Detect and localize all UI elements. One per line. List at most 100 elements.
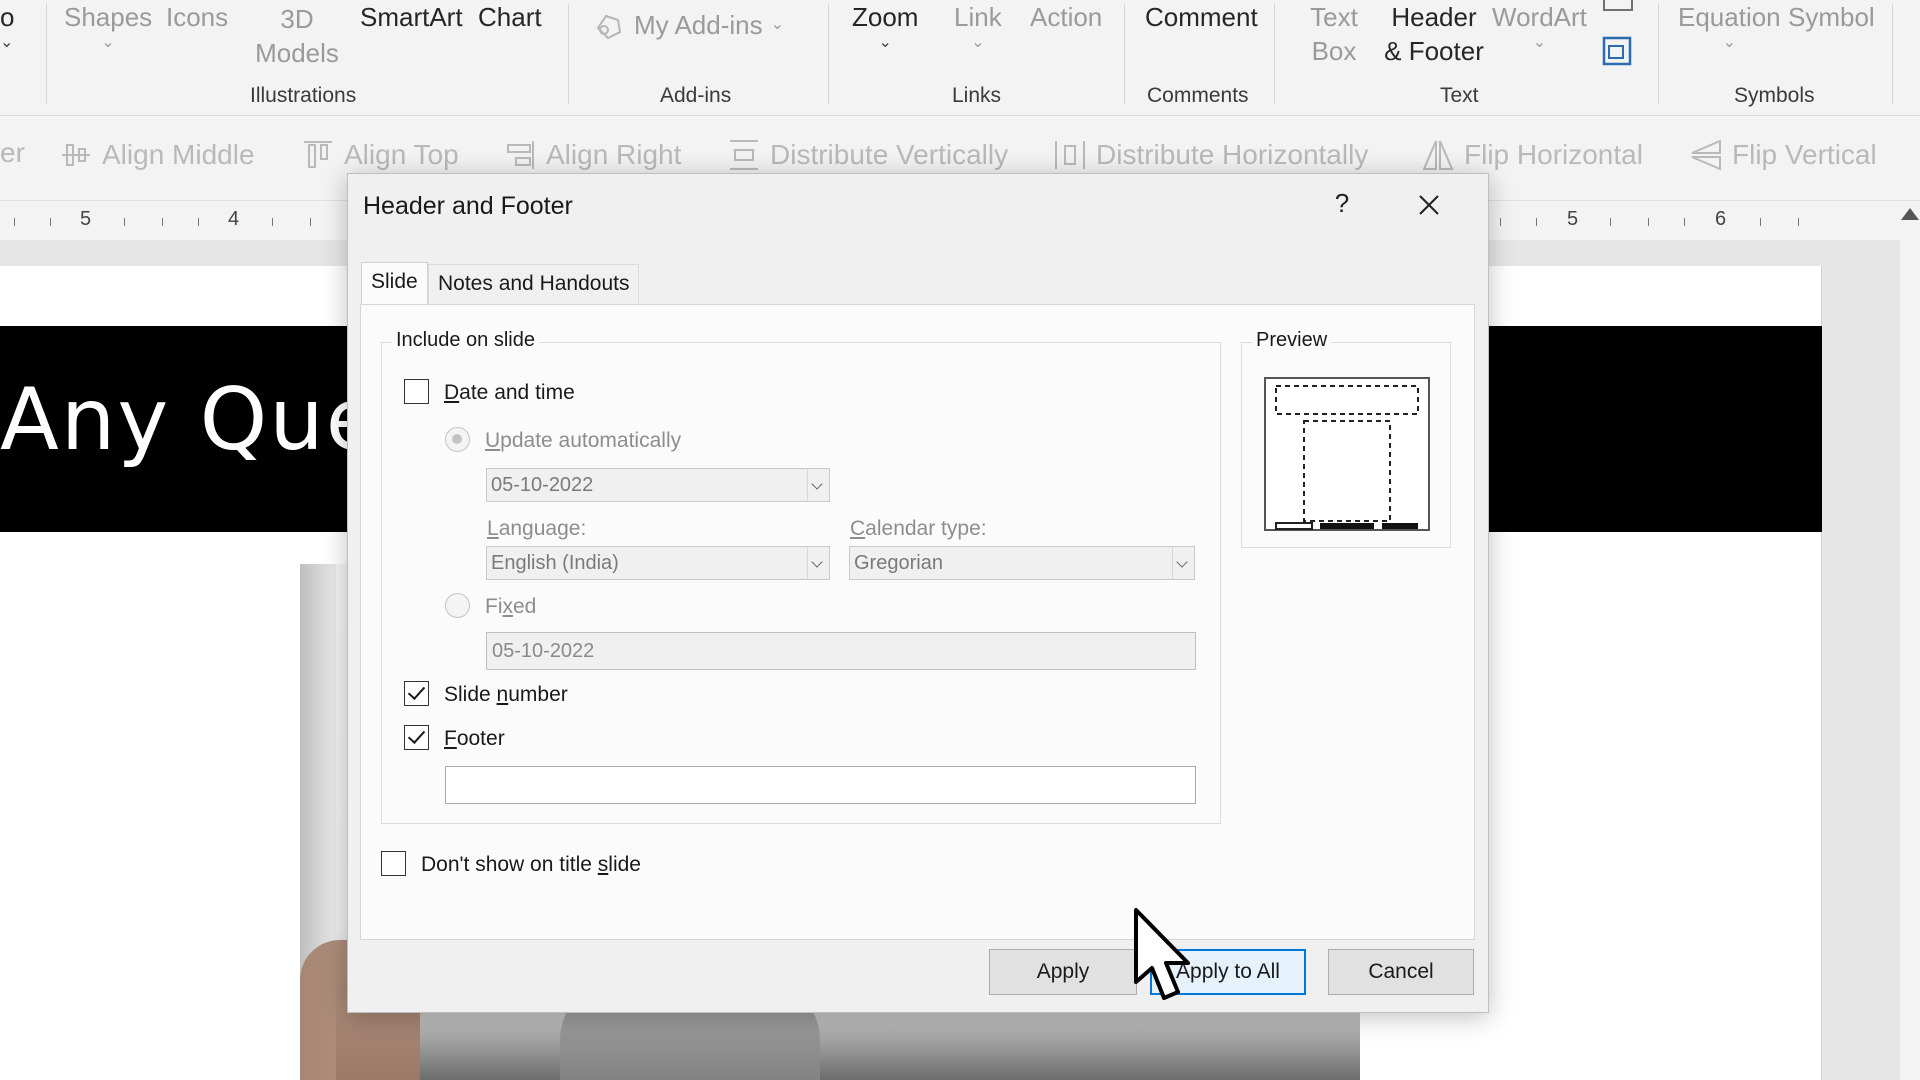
object-small-icon[interactable] (1600, 34, 1634, 73)
equation-button[interactable]: Equation ⌄ (1678, 0, 1781, 52)
align-right-label: Align Right (546, 139, 682, 170)
align-right-icon (507, 141, 534, 169)
distribute-horizontally-button[interactable]: Distribute Horizontally (1052, 137, 1368, 173)
partial-arrange-label: er (0, 137, 25, 168)
tab-notes-and-handouts[interactable]: Notes and Handouts (428, 264, 640, 304)
slide-preview-thumbnail (1264, 377, 1430, 531)
symbol-button[interactable]: Symbol (1788, 0, 1875, 34)
help-button[interactable]: ? (1327, 188, 1357, 219)
vertical-scrollbar[interactable] (1900, 202, 1920, 1080)
slide-number-checkbox[interactable] (404, 681, 429, 706)
auto-date-select[interactable]: 05-10-2022 (486, 468, 830, 502)
fixed-radio[interactable] (445, 593, 470, 618)
distribute-vertically-label: Distribute Vertically (770, 139, 1009, 170)
ribbon-partial-label: o (0, 2, 15, 32)
text-box-button[interactable]: Text Box (1296, 0, 1372, 68)
preview-legend: Preview (1252, 329, 1332, 352)
fixed-label[interactable]: Fixed (485, 595, 536, 619)
flip-vertical-label: Flip Vertical (1732, 139, 1877, 170)
chevron-down-icon (807, 547, 829, 579)
ruler-tick (14, 218, 15, 226)
align-middle-icon (62, 144, 90, 166)
group-label-addins: Add-ins (660, 84, 732, 107)
action-label: Action (1030, 2, 1103, 32)
flip-horizontal-label: Flip Horizontal (1464, 139, 1643, 170)
date-and-time-label[interactable]: Date and time (444, 381, 575, 405)
align-middle-button[interactable]: Align Middle (58, 137, 255, 173)
smartart-button[interactable]: SmartArt (360, 0, 463, 34)
footer-text-input[interactable] (445, 766, 1196, 804)
ruler-label: 4 (228, 208, 240, 230)
group-separator (828, 4, 829, 104)
flip-vertical-button[interactable]: Flip Vertical (1688, 137, 1877, 173)
close-button[interactable] (1412, 188, 1446, 222)
align-top-icon (304, 141, 332, 168)
date-time-small-icon[interactable] (1602, 0, 1634, 19)
align-top-label: Align Top (344, 139, 459, 170)
dont-show-on-title-slide-checkbox[interactable] (381, 851, 406, 876)
3d-models-button[interactable]: 3D Models (242, 2, 352, 70)
group-separator (1124, 4, 1125, 104)
comment-button[interactable]: Comment (1145, 0, 1258, 34)
chevron-down-icon (807, 469, 829, 501)
dont-show-on-title-slide-label[interactable]: Don't show on title slide (421, 853, 641, 877)
addins-icon (596, 14, 622, 40)
header-footer-button[interactable]: Header & Footer (1382, 0, 1486, 68)
text-box-label: Text Box (1310, 2, 1358, 66)
ribbon-partial-button[interactable]: o ⌄ (0, 0, 14, 52)
ruler-tick (162, 218, 163, 226)
tab-panel-slide: Include on slide Date and time Update au… (360, 304, 1475, 940)
update-automatically-label[interactable]: Update automatically (485, 429, 681, 453)
partial-arrange-button[interactable]: er (0, 137, 25, 169)
apply-button[interactable]: Apply (989, 949, 1137, 995)
my-addins-button[interactable]: My Add-ins ⌄ (592, 8, 784, 42)
calendar-type-label: Calendar type: (850, 517, 987, 540)
calendar-type-select[interactable]: Gregorian (849, 546, 1195, 580)
chart-button[interactable]: Chart (478, 0, 542, 34)
chart-label: Chart (478, 2, 542, 32)
3d-models-label: 3D Models (255, 4, 339, 68)
link-button[interactable]: Link ⌄ (954, 0, 1002, 52)
my-addins-label: My Add-ins (634, 10, 763, 40)
ruler-label: 5 (1567, 208, 1579, 230)
wordart-label: WordArt (1492, 2, 1587, 32)
group-separator (46, 4, 47, 104)
ruler-tick (310, 218, 311, 226)
language-select[interactable]: English (India) (486, 546, 830, 580)
date-and-time-checkbox[interactable] (404, 379, 429, 404)
ruler-tick (272, 218, 273, 226)
flip-horizontal-button[interactable]: Flip Horizontal (1420, 137, 1643, 173)
cancel-button[interactable]: Cancel (1328, 949, 1474, 995)
ruler-label: 5 (80, 208, 92, 230)
scroll-up-arrow-icon[interactable] (1901, 208, 1919, 220)
align-top-button[interactable]: Align Top (300, 137, 459, 173)
smartart-label: SmartArt (360, 2, 463, 32)
include-on-slide-legend: Include on slide (392, 329, 539, 352)
ruler-tick (1610, 218, 1611, 226)
align-right-button[interactable]: Align Right (502, 137, 681, 173)
distribute-horizontally-icon (1055, 141, 1085, 169)
distribute-vertically-button[interactable]: Distribute Vertically (726, 137, 1008, 173)
icons-button[interactable]: Icons (166, 0, 228, 34)
shapes-label: Shapes (64, 2, 153, 32)
tab-slide[interactable]: Slide (361, 262, 428, 304)
header-footer-label: Header & Footer (1384, 2, 1484, 66)
chevron-down-icon (1172, 547, 1194, 579)
equation-label: Equation (1678, 2, 1781, 32)
footer-checkbox[interactable] (404, 725, 429, 750)
ruler-tick (1684, 218, 1685, 226)
link-label: Link (954, 2, 1002, 32)
action-button[interactable]: Action (1030, 0, 1102, 34)
wordart-button[interactable]: WordArt ⌄ (1492, 0, 1587, 52)
group-label-illustrations: Illustrations (250, 84, 357, 107)
distribute-horizontally-label: Distribute Horizontally (1096, 139, 1369, 170)
ribbon: o ⌄ Shapes ⌄ Icons 3D Models SmartArt Ch… (0, 0, 1920, 116)
fixed-date-input[interactable]: 05-10-2022 (486, 632, 1196, 670)
slide-number-label[interactable]: Slide number (444, 683, 568, 707)
footer-label[interactable]: Footer (444, 727, 505, 751)
update-automatically-radio[interactable] (445, 427, 470, 452)
ruler-tick (50, 218, 51, 226)
zoom-button[interactable]: Zoom ⌄ (852, 0, 918, 52)
ruler-tick (1536, 218, 1537, 226)
shapes-button[interactable]: Shapes ⌄ (64, 0, 152, 52)
